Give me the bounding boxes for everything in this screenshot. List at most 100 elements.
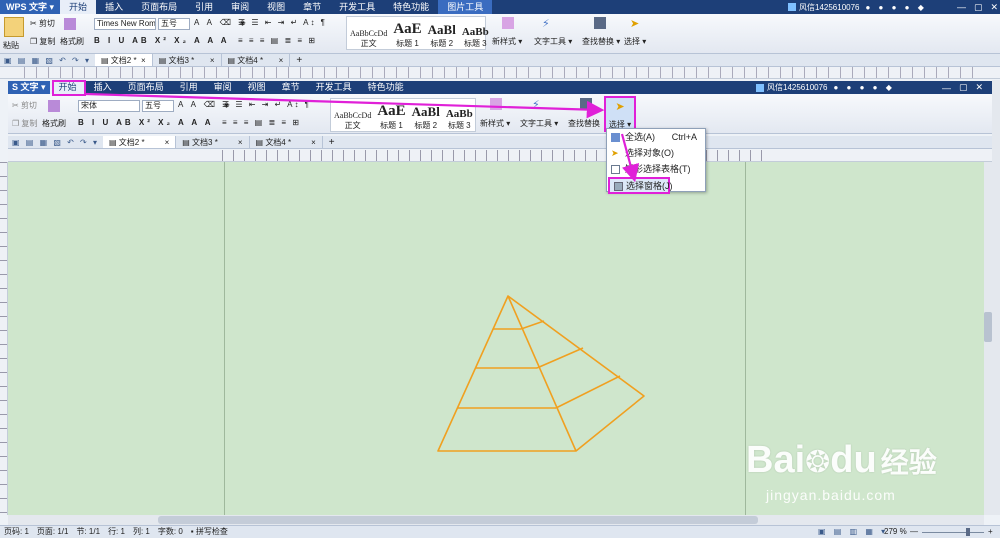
inner-format-painter-button[interactable]: 格式刷	[42, 118, 66, 129]
outer-style-heading2[interactable]: AaBl 标题 2	[425, 17, 459, 49]
zoom-level[interactable]: 279 %	[884, 526, 907, 538]
inner-tab-insert[interactable]: 插入	[86, 81, 120, 94]
zoom-slider-thumb[interactable]	[966, 528, 970, 536]
inner-close-icon[interactable]: ✕	[972, 82, 988, 93]
inner-tab-developer[interactable]: 开发工具	[308, 81, 360, 94]
inner-cut-button[interactable]: ✂ 剪切	[12, 100, 37, 111]
outer-tab-section[interactable]: 章节	[294, 0, 330, 14]
outer-style-heading3[interactable]: AaBb 标题 3	[459, 17, 492, 49]
inner-quick-access-toolbar[interactable]: ▣ ▤ ▦ ▧ ↶ ↷ ▾	[8, 138, 103, 147]
find-replace-icon	[594, 17, 606, 29]
outer-cut-button[interactable]: ✂ 剪切	[30, 18, 55, 29]
inner-ribbon-tabs: 开始 插入 页面布局 引用 审阅 视图 章节 开发工具 特色功能	[49, 81, 412, 94]
outer-tab-references[interactable]: 引用	[186, 0, 222, 14]
inner-paragraph-buttons-row2[interactable]: ≡ ≡ ≡ ▤ ≣ ≡ ⊞	[222, 118, 301, 127]
maximize-icon[interactable]: ▢	[970, 2, 987, 13]
outer-doc-tab-3[interactable]: ▤ 文档3 * ×	[153, 54, 222, 66]
outer-app-menu-button[interactable]: WPS 文字 ▾	[0, 0, 61, 14]
outer-new-style-button[interactable]: 新样式 ▾	[492, 36, 522, 47]
inner-text-tools-button[interactable]: 文字工具 ▾	[520, 118, 558, 129]
outer-tab-developer[interactable]: 开发工具	[330, 0, 384, 14]
horizontal-scrollbar-thumb[interactable]	[158, 516, 758, 524]
vertical-scrollbar-thumb[interactable]	[984, 312, 992, 342]
outer-tab-special[interactable]: 特色功能	[384, 0, 438, 14]
inner-font-size-select[interactable]: 五号	[142, 100, 174, 112]
inner-font-name-select[interactable]: 宋体	[78, 100, 140, 112]
inner-tab-section[interactable]: 章节	[274, 81, 308, 94]
menu-item-rect-select-table[interactable]: 矩形选择表格(T)	[607, 161, 705, 177]
zoom-slider[interactable]	[922, 532, 984, 533]
status-pages: 页面: 1/1	[36, 527, 69, 536]
outer-style-heading1[interactable]: AaE 标题 1	[390, 17, 424, 49]
outer-new-tab-button[interactable]: +	[290, 54, 308, 66]
outer-style-normal[interactable]: AaBbCcDd 正文	[347, 17, 390, 49]
inner-doc-tab-3[interactable]: ▤ 文档3 * ×	[176, 136, 250, 148]
outer-vertical-scrollbar[interactable]	[992, 80, 1000, 515]
inner-font-format-buttons[interactable]: B I U AB X² X₂ A A A	[78, 118, 214, 127]
status-section: 节: 1/1	[76, 527, 101, 536]
inner-tab-review[interactable]: 审阅	[206, 81, 240, 94]
outer-doc-tab-4[interactable]: ▤ 文档4 * ×	[222, 54, 291, 66]
inner-doc-tab-4[interactable]: ▤ 文档4 * ×	[250, 136, 323, 148]
outer-tab-layout[interactable]: 页面布局	[132, 0, 186, 14]
menu-item-select-object[interactable]: ➤ 选择对象(O)	[607, 145, 705, 161]
outer-horizontal-ruler[interactable]	[0, 67, 1000, 79]
outer-font-format-buttons[interactable]: B I U AB X² X₂ A A A	[94, 36, 230, 45]
inner-style-heading2[interactable]: AaBl 标题 2	[409, 99, 443, 131]
pyramid-outline	[437, 295, 645, 452]
outer-text-tools-button[interactable]: 文字工具 ▾	[534, 36, 572, 47]
inner-style-gallery: AaBbCcDd 正文 AaE 标题 1 AaBl 标题 2 AaBb 标题 3	[330, 98, 476, 132]
inner-tab-view[interactable]: 视图	[240, 81, 274, 94]
menu-item-selection-pane[interactable]: 选择窗格(J)	[608, 177, 673, 194]
inner-app-menu-button[interactable]: S 文字 ▾	[8, 81, 50, 94]
outer-paragraph-buttons-row1[interactable]: ☰ ☰ ⇤ ⇥ ↵ A↕ ¶	[238, 18, 327, 27]
close-icon[interactable]: ✕	[987, 2, 1000, 13]
zoom-out-button[interactable]: —	[910, 526, 918, 538]
inner-app-name: S 文字	[12, 82, 39, 92]
vertical-scrollbar[interactable]	[984, 162, 992, 515]
outer-font-size-select[interactable]: 五号	[158, 18, 190, 30]
outer-select-button[interactable]: 选择 ▾	[624, 36, 646, 47]
minimize-icon[interactable]: —	[953, 2, 970, 12]
spellcheck-toggle[interactable]: ▪ 拼写检查	[187, 526, 232, 538]
inner-horizontal-ruler[interactable]	[8, 150, 992, 162]
inner-tab-special[interactable]: 特色功能	[360, 81, 412, 94]
outer-tab-insert[interactable]: 插入	[96, 0, 132, 14]
outer-quick-access-toolbar[interactable]: ▣ ▤ ▦ ▧ ↶ ↷ ▾	[0, 56, 95, 65]
outer-doc-tab-2[interactable]: ▤ 文档2 * ×	[95, 54, 153, 66]
menu-item-select-all[interactable]: 全选(A) Ctrl+A	[607, 129, 705, 145]
inner-copy-button[interactable]: ❐ 复制	[12, 118, 37, 129]
inner-text-tools-icon: ⚡	[532, 99, 540, 111]
inner-tab-layout[interactable]: 页面布局	[120, 81, 172, 94]
inner-tab-references[interactable]: 引用	[172, 81, 206, 94]
inner-maximize-icon[interactable]: ▢	[955, 82, 972, 93]
outer-font-name-select[interactable]: Times New Roman	[94, 18, 156, 30]
outer-user-name[interactable]: 风信1425610076	[799, 2, 860, 13]
inner-user-name[interactable]: 风信1425610076	[767, 82, 828, 93]
inner-style-normal[interactable]: AaBbCcDd 正文	[331, 99, 374, 131]
inner-new-style-button[interactable]: 新样式 ▾	[480, 118, 510, 129]
inner-doc-tab-2[interactable]: ▤ 文档2 * ×	[103, 136, 177, 148]
vertical-ruler[interactable]	[0, 162, 8, 515]
outer-tab-review[interactable]: 审阅	[222, 0, 258, 14]
inner-select-button-highlight[interactable]: ➤ 选择 ▾	[604, 96, 636, 132]
outer-paragraph-buttons-row2[interactable]: ≡ ≡ ≡ ▤ ≣ ≡ ⊞	[238, 36, 317, 45]
pyramid-drawing[interactable]	[430, 290, 652, 456]
outer-tab-home[interactable]: 开始	[60, 0, 97, 14]
outer-format-painter-button[interactable]: 格式刷	[60, 36, 84, 47]
view-mode-buttons[interactable]: ▣ ▤ ▥ ▦ ▾	[818, 526, 888, 538]
inner-paragraph-buttons-row1[interactable]: ☰ ☰ ⇤ ⇥ ↵ A↕ ¶	[222, 100, 311, 109]
outer-find-replace-button[interactable]: 查找替换 ▾	[582, 36, 620, 47]
outer-tab-view[interactable]: 视图	[258, 0, 294, 14]
outer-paste-button[interactable]: 粘贴	[3, 40, 19, 51]
inner-minimize-icon[interactable]: —	[938, 83, 955, 93]
paste-icon[interactable]	[4, 17, 24, 37]
inner-new-style-icon	[490, 98, 502, 110]
outer-copy-button[interactable]: ❐ 复制	[30, 36, 55, 47]
outer-tab-picture-tools[interactable]: 图片工具	[438, 0, 493, 14]
inner-style-heading3[interactable]: AaBb 标题 3	[443, 99, 476, 131]
inner-style-heading1[interactable]: AaE 标题 1	[374, 99, 408, 131]
zoom-in-button[interactable]: +	[988, 526, 993, 538]
inner-find-replace-button[interactable]: 查找替换	[568, 118, 600, 129]
inner-new-tab-button[interactable]: +	[323, 136, 341, 148]
